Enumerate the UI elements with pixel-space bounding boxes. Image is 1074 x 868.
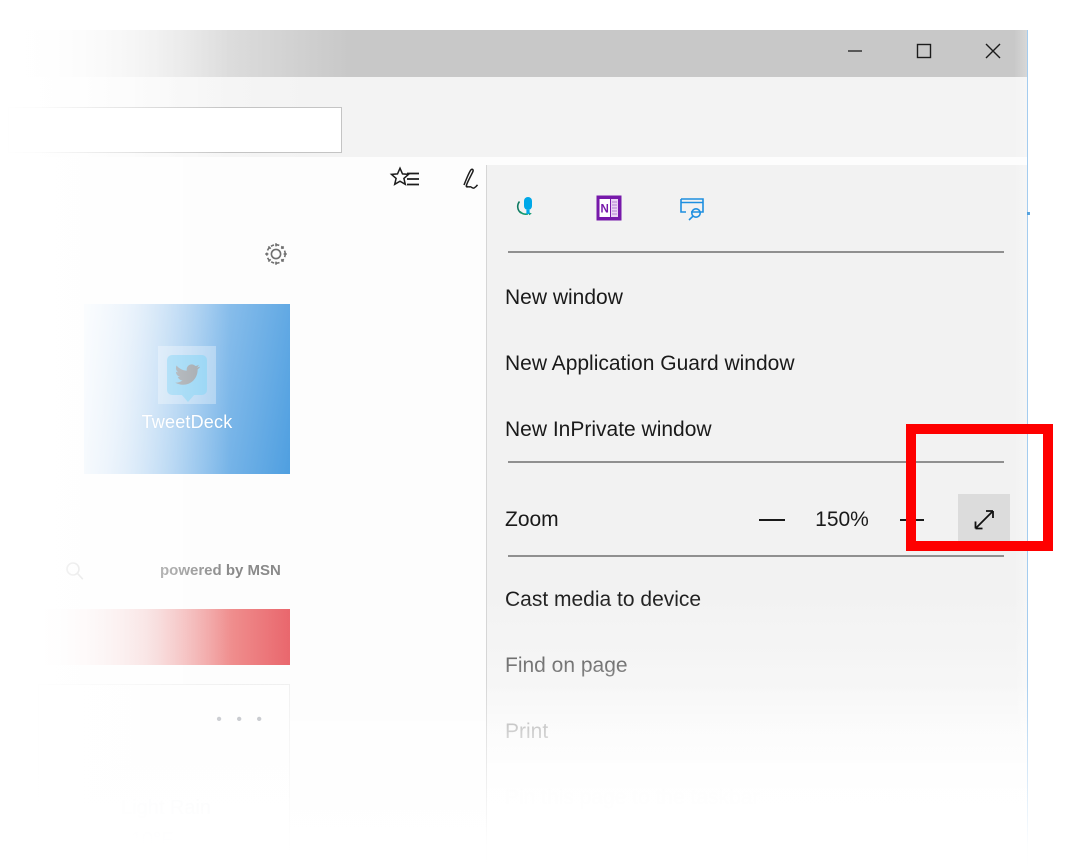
menu-item-pin-this-page-to-the-taskbar[interactable]: Pin this page to the taskbar — [504, 774, 1010, 822]
cortana-page-search-icon[interactable] — [674, 190, 710, 226]
settings-and-more-menu: N New window New Appl — [486, 165, 1027, 868]
reading-view-icon[interactable] — [508, 190, 544, 226]
window-controls — [820, 25, 1027, 77]
title-bar — [0, 25, 1027, 77]
minimize-button[interactable] — [820, 25, 889, 77]
menu-item-find-on-page[interactable]: Find on page — [504, 642, 1010, 690]
favorites-reading-list-icon[interactable] — [372, 153, 438, 209]
onenote-icon[interactable]: N — [591, 190, 627, 226]
menu-separator-2 — [508, 461, 1004, 463]
zoom-value: 150% — [796, 508, 888, 532]
menu-quick-actions: N — [508, 190, 710, 226]
zoom-controls: 150% — [748, 489, 1010, 551]
zoom-out-button[interactable] — [748, 489, 796, 551]
address-bar[interactable] — [8, 107, 342, 153]
menu-item-zoom: Zoom 150% — [504, 489, 1010, 551]
menu-item-print[interactable]: Print — [504, 708, 1010, 756]
zoom-in-button[interactable] — [888, 489, 936, 551]
menu-separator-1 — [508, 251, 1004, 253]
menu-item-new-inprivate-window[interactable]: New InPrivate window — [504, 406, 1010, 454]
browser-window: a ••• — [0, 24, 1028, 868]
close-button[interactable] — [958, 25, 1027, 77]
zoom-label: Zoom — [505, 508, 559, 532]
screenshot-root: TweetDeck powered by MSN • • • Light Rai… — [0, 0, 1074, 868]
full-screen-button[interactable] — [958, 494, 1010, 546]
maximize-button[interactable] — [889, 25, 958, 77]
svg-text:N: N — [601, 204, 609, 216]
address-input[interactable] — [9, 108, 341, 152]
menu-item-new-application-guard-window[interactable]: New Application Guard window — [504, 340, 1010, 388]
menu-item-new-window[interactable]: New window — [504, 274, 1010, 322]
menu-separator-3 — [508, 555, 1004, 557]
menu-item-cast-media-to-device[interactable]: Cast media to device — [504, 576, 1010, 624]
